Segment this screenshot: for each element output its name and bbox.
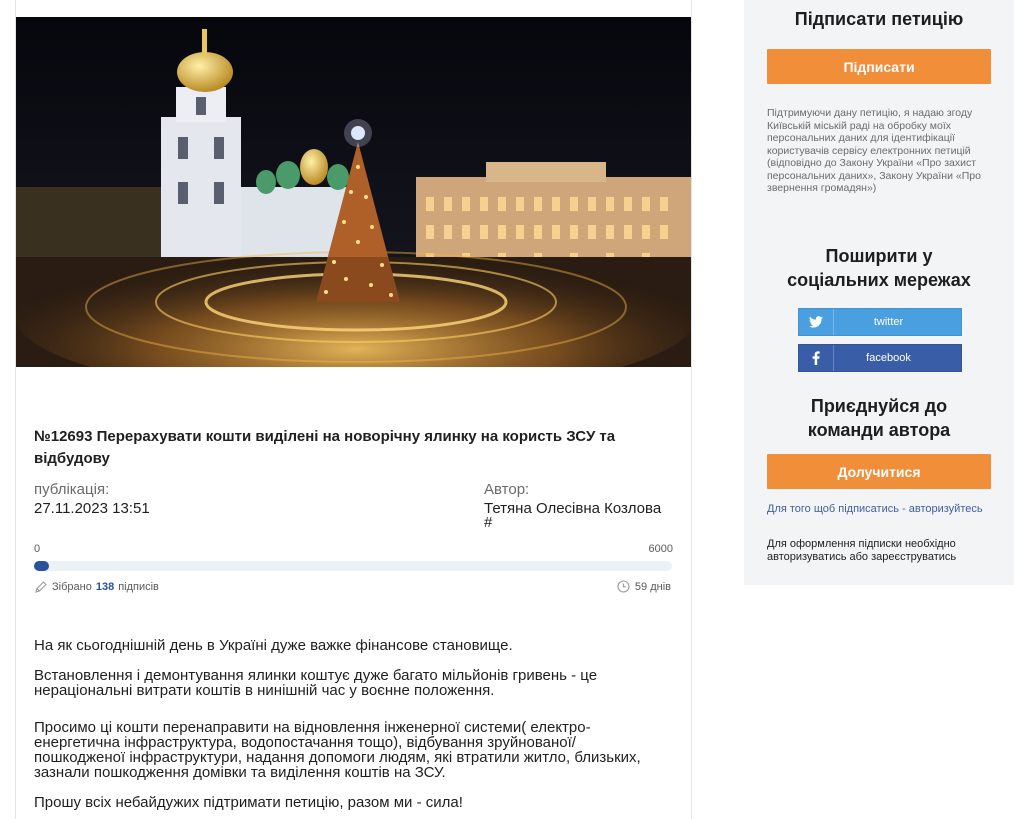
join-heading-text: Приєднуйся до команди автора (807, 396, 951, 440)
petition-title: №12693 Перерахувати кошти виділені на но… (34, 428, 616, 467)
consent-text: Підтримуючи дану петицію, я надаю згоду … (767, 107, 981, 194)
twitter-share-button[interactable]: twitter (798, 308, 962, 336)
sidebar: Підписати петицію Підписати Підтримуючи … (744, 0, 1014, 585)
progress-max: 6000 (648, 543, 673, 555)
body-paragraph: Прошу всіх небайдужих підтримати петицію… (34, 794, 463, 811)
share-heading-text: Поширити у соціальних мережах (787, 246, 971, 290)
clock-icon (617, 580, 630, 593)
twitter-label: twitter (873, 316, 904, 328)
collected-signatures: Зібрано 138 підписів (34, 580, 159, 594)
facebook-label: facebook (866, 352, 911, 364)
body-paragraph: Просимо ці кошти перенаправити на віднов… (34, 719, 641, 781)
author-label: Автор: (484, 481, 530, 498)
days-left: 59 днів (617, 580, 671, 593)
facebook-share-button[interactable]: facebook (798, 344, 962, 372)
auth-link[interactable]: Для того щоб підписатись - авторизуйтесь (767, 503, 997, 516)
facebook-icon (799, 345, 834, 371)
days-left-text: 59 днів (634, 580, 671, 593)
signature-progress-bar (34, 561, 672, 571)
petition-body: На як сьогоднішній день в Україні дуже в… (34, 638, 666, 819)
sign-heading: Підписати петицію (794, 9, 964, 29)
auth-note: Для оформлення підписки необхідно автори… (767, 538, 957, 563)
join-button[interactable]: Долучитися (767, 454, 991, 489)
body-paragraph: На як сьогоднішній день в Україні дуже в… (34, 637, 513, 654)
publication-label: публікація: (34, 481, 110, 498)
author-name[interactable]: Тетяна Олесівна Козлова (484, 501, 661, 517)
pencil-icon (34, 580, 48, 594)
collected-suffix: підписів (118, 581, 159, 593)
body-paragraph: Встановлення і демонтування ялинки кошту… (34, 667, 598, 699)
share-heading: Поширити у соціальних мережах (744, 244, 1014, 292)
sign-button[interactable]: Підписати (767, 49, 991, 84)
join-heading: Приєднуйся до команди автора (744, 394, 1014, 442)
progress-min: 0 (34, 543, 41, 555)
collected-prefix: Зібрано (52, 581, 92, 593)
signature-progress-fill (34, 561, 49, 571)
petition-card: №12693 Перерахувати кошти виділені на но… (15, 0, 692, 819)
publication-date: 27.11.2023 13:51 (34, 500, 150, 517)
twitter-icon (799, 309, 834, 335)
petition-image (16, 17, 691, 367)
author-suffix: # (484, 514, 493, 531)
collected-count: 138 (95, 581, 115, 593)
